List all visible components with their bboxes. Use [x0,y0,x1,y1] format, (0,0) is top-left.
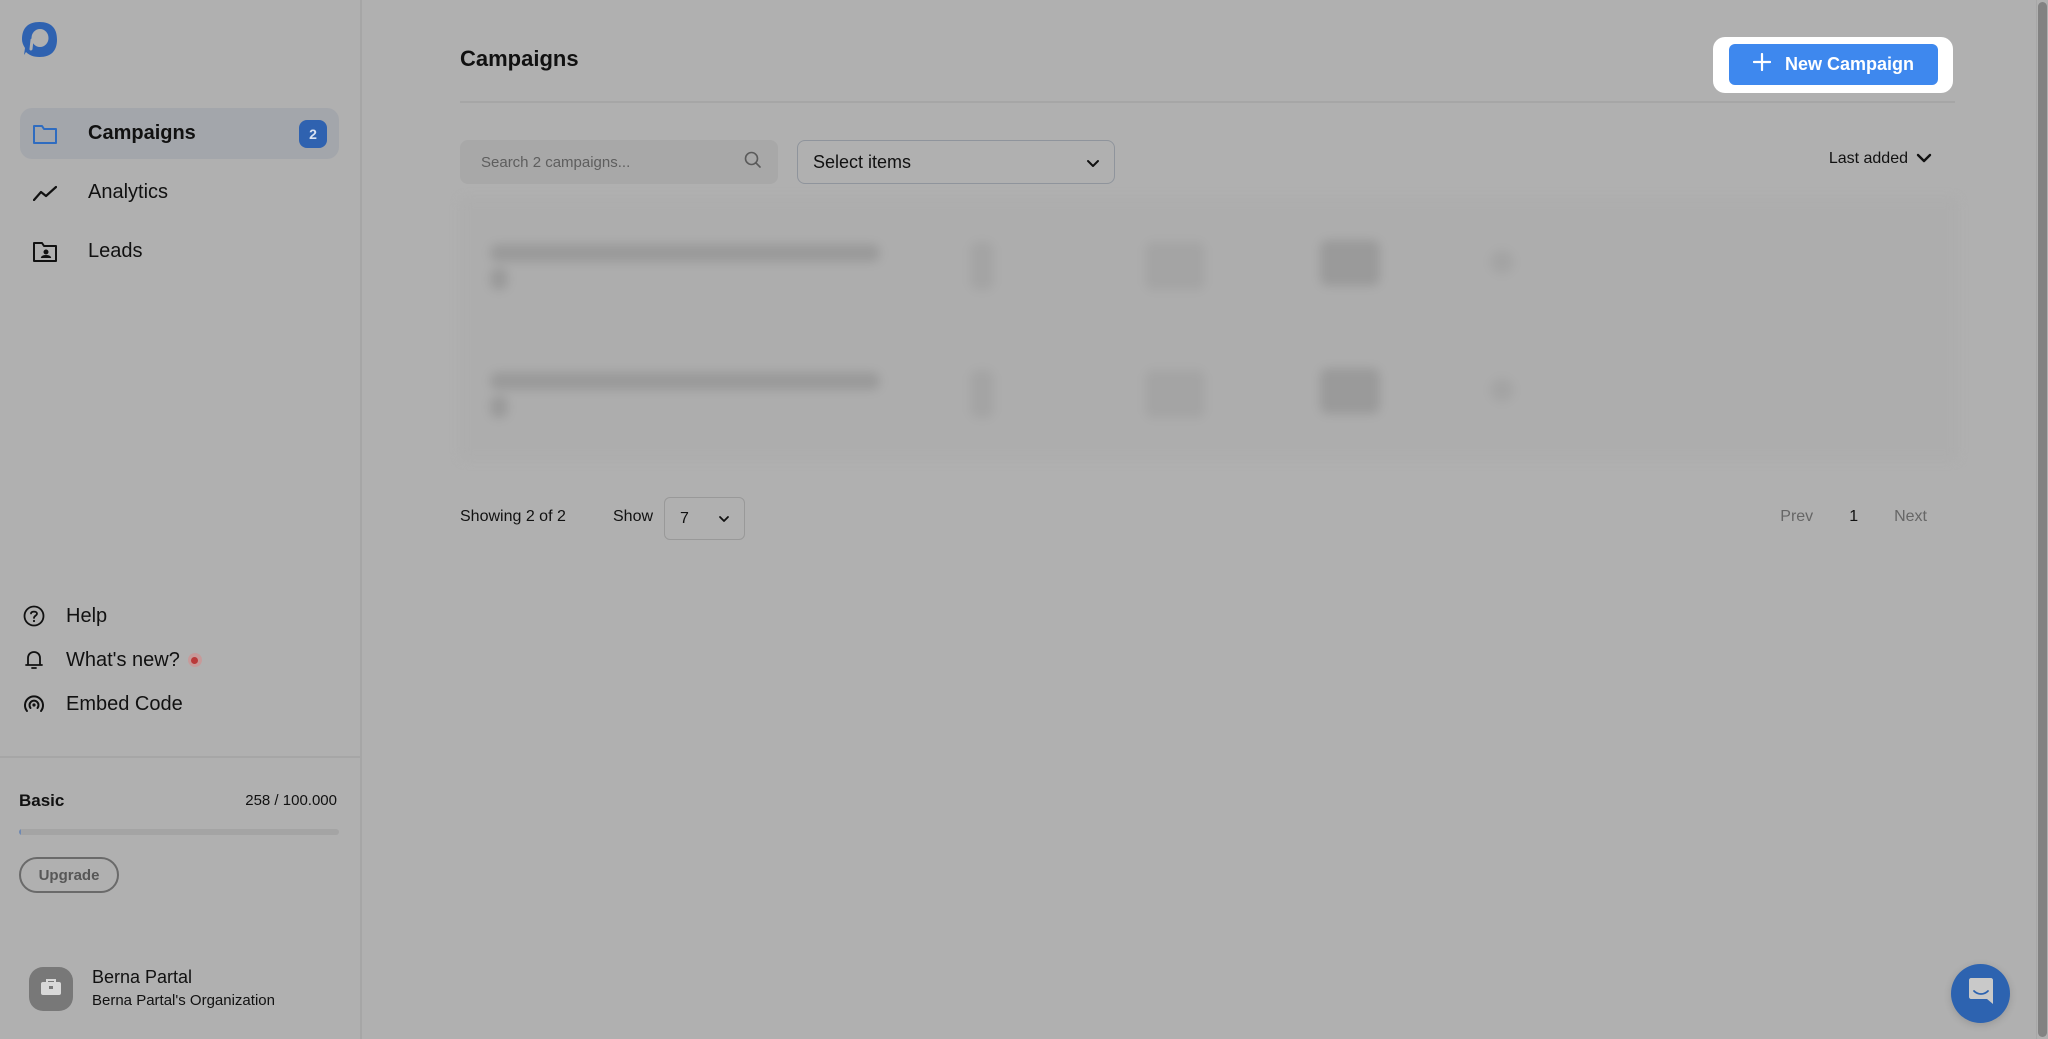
new-campaign-button[interactable]: New Campaign [1729,44,1938,85]
avatar[interactable] [29,967,73,1011]
next-page-button[interactable]: Next [1894,508,1927,526]
sort-value: Last added [1828,150,1908,167]
chevron-down-icon [1086,152,1100,173]
search-icon [744,151,762,174]
table-row[interactable] [460,356,1958,456]
usage-progress-bar [19,829,339,835]
scrollbar-thumb[interactable] [2038,2,2047,1037]
plan-name: Basic [19,791,65,810]
campaign-subtitle-placeholder [490,396,508,418]
broadcast-icon [22,692,46,716]
scrollbar[interactable] [2036,0,2048,1039]
showing-count: Showing 2 of 2 [460,508,566,525]
page-title: Campaigns [460,46,579,71]
current-page[interactable]: 1 [1849,508,1858,526]
sidebar: Campaigns 2 Analytics Leads Help What's … [0,0,362,1039]
chevron-down-icon [1916,150,1932,168]
sidebar-item-analytics[interactable]: Analytics [20,167,339,218]
trend-line-icon [32,180,58,206]
status-placeholder [1490,378,1514,402]
per-page-label: Show [613,508,654,525]
pagination: Prev 1 Next [1780,508,1927,526]
usage-progress-fill [19,829,21,835]
app-logo-icon[interactable] [20,20,59,59]
search-input[interactable] [481,153,744,171]
status-placeholder [1490,250,1514,274]
filter-select-value: Select items [813,151,912,172]
campaigns-count-badge: 2 [299,120,327,148]
campaign-name-placeholder [490,244,880,262]
plus-icon [1752,52,1772,76]
new-campaign-label: New Campaign [1784,54,1915,74]
sort-dropdown[interactable]: Last added [1829,150,1932,168]
stat-placeholder [970,242,994,290]
sidebar-item-label: Leads [88,240,143,262]
sidebar-item-embed-code[interactable]: Embed Code [22,689,183,719]
stat-placeholder [1145,242,1205,290]
user-organization: Berna Partal's Organization [92,992,275,1009]
user-name: Berna Partal [92,967,193,987]
campaigns-table [460,198,1958,460]
sidebar-item-leads[interactable]: Leads [20,226,339,277]
header-divider [460,101,1955,103]
sidebar-item-label: Campaigns [88,122,196,144]
search-field[interactable] [460,140,778,184]
sidebar-item-label: Analytics [88,181,169,203]
chevron-down-icon [718,510,730,528]
contact-folder-icon [32,239,58,265]
stat-placeholder [970,370,994,418]
prev-page-button[interactable]: Prev [1780,508,1813,526]
campaign-name-placeholder [490,372,880,390]
plan-usage: 258 / 100.000 [245,792,337,809]
notification-dot-icon [187,653,202,667]
sidebar-item-whats-new[interactable]: What's new? [22,645,202,675]
filter-select[interactable]: Select items [797,140,1115,184]
stat-placeholder [1145,370,1205,418]
campaign-subtitle-placeholder [490,268,508,290]
folder-icon [32,121,58,147]
sidebar-divider [0,756,360,758]
per-page-value: 7 [680,509,689,527]
stat-placeholder [1320,368,1380,414]
sidebar-item-campaigns[interactable]: Campaigns 2 [20,108,339,159]
chat-bubble-icon [1968,977,1994,1010]
briefcase-icon [40,978,62,1001]
help-circle-icon [22,604,46,628]
embed-code-label: Embed Code [66,692,183,715]
upgrade-button[interactable]: Upgrade [19,857,119,893]
per-page-select[interactable]: 7 [664,497,745,540]
bell-icon [22,648,46,672]
sidebar-item-help[interactable]: Help [22,601,107,631]
chat-launcher-button[interactable] [1951,964,2010,1023]
stat-placeholder [1320,240,1380,286]
help-label: Help [66,604,108,627]
table-row[interactable] [460,228,1958,328]
whats-new-label: What's new? [66,648,180,671]
